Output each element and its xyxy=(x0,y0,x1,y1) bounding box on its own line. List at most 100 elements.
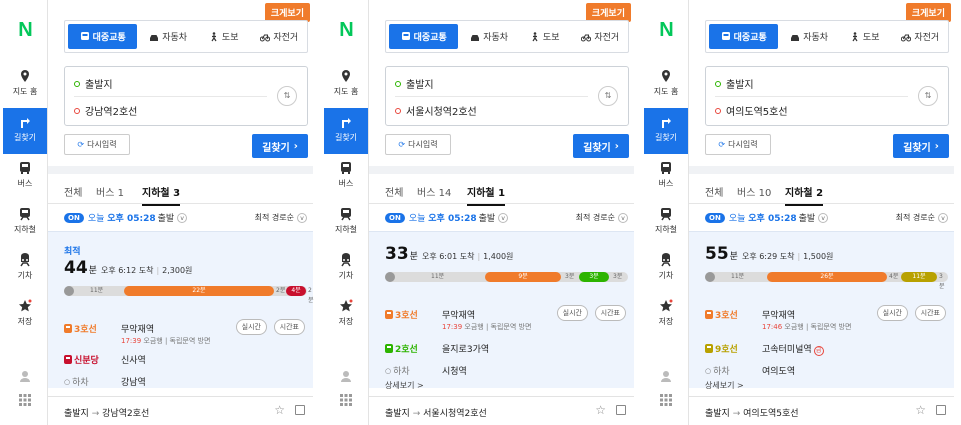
rail-directions[interactable]: 길찾기 xyxy=(3,108,47,154)
timetable-button[interactable]: 시간표 xyxy=(914,305,946,321)
on-toggle[interactable]: ON xyxy=(385,212,405,223)
line-3-label: 3호선 xyxy=(64,322,97,335)
mode-bike[interactable]: 자전거 xyxy=(892,21,948,52)
swap-icon[interactable]: ⇅ xyxy=(918,86,938,106)
mode-car[interactable]: 자동차 xyxy=(781,21,837,52)
detail-link[interactable]: 상세보기 > xyxy=(705,380,744,391)
alight-label: ○ 하차 xyxy=(385,366,410,378)
favorite-star-icon[interactable]: ☆ xyxy=(274,403,285,417)
tab-subway[interactable]: 지하철 1 xyxy=(467,184,506,206)
route-card[interactable]: 55 분 오후 6:29 도착 | 1,500원 11분 26분 4분 11분 3분 … xyxy=(689,231,954,391)
mode-walk[interactable]: 도보 xyxy=(196,21,252,52)
bus-icon xyxy=(721,31,730,40)
rail-bus[interactable]: 버스 xyxy=(324,154,368,200)
rail-directions[interactable]: 길찾기 xyxy=(324,108,368,154)
bicycle-icon xyxy=(901,34,912,41)
naver-logo[interactable]: N xyxy=(3,19,48,42)
favorite-star-icon[interactable]: ☆ xyxy=(915,403,926,417)
tab-all[interactable]: 전체 xyxy=(64,184,82,199)
swap-icon[interactable]: ⇅ xyxy=(598,86,618,106)
mode-transit[interactable]: 대중교통 xyxy=(709,24,779,49)
naver-logo[interactable]: N xyxy=(644,19,689,42)
rail-map-home[interactable]: 지도 홈 xyxy=(644,62,688,108)
tab-subway[interactable]: 지하철 2 xyxy=(785,184,824,206)
rail-map-home[interactable]: 지도 홈 xyxy=(324,62,368,108)
rail-bus[interactable]: 버스 xyxy=(644,154,688,200)
tab-subway[interactable]: 지하철 3 xyxy=(142,184,181,206)
chevron-down-icon[interactable]: v xyxy=(177,212,188,223)
chevron-down-icon[interactable]: v xyxy=(818,212,829,223)
destination-field[interactable]: 서울시청역2호선 xyxy=(395,103,477,118)
rail-subway[interactable]: 지하철 xyxy=(644,200,688,246)
swap-icon[interactable]: ⇅ xyxy=(277,86,297,106)
tab-all[interactable]: 전체 xyxy=(385,184,403,199)
user-icon[interactable] xyxy=(3,370,47,385)
reset-button[interactable]: ⟳ 다시입력 xyxy=(705,134,771,155)
sort-select[interactable]: 최적 경로순 v xyxy=(576,212,628,223)
realtime-button[interactable]: 실시간 xyxy=(876,305,908,321)
timetable-button[interactable]: 시간표 xyxy=(273,319,305,335)
realtime-button[interactable]: 실시간 xyxy=(235,319,267,335)
line3-segment: 22분 xyxy=(124,286,274,296)
tab-bus[interactable]: 버스 14 xyxy=(417,184,451,199)
sort-select[interactable]: 최적 경로순 v xyxy=(896,212,948,223)
departure-time[interactable]: 오늘 오후 05:28 xyxy=(729,211,797,224)
user-icon[interactable] xyxy=(324,370,368,385)
detail-link[interactable]: 상세보기 > xyxy=(385,380,424,391)
tab-all[interactable]: 전체 xyxy=(705,184,723,199)
rail-subway[interactable]: 지하철 xyxy=(324,200,368,246)
rail-bus[interactable]: 버스 xyxy=(3,154,47,200)
rail-saved[interactable]: 저장 xyxy=(644,292,688,338)
mode-car[interactable]: 자동차 xyxy=(461,21,517,52)
time-summary: 33 분 오후 6:01 도착 | 1,400원 xyxy=(385,244,513,264)
reset-button[interactable]: ⟳ 다시입력 xyxy=(385,134,451,155)
mode-walk[interactable]: 도보 xyxy=(517,21,573,52)
grid-menu-icon[interactable] xyxy=(324,394,368,409)
departure-time[interactable]: 오늘 오후 05:28 xyxy=(88,211,156,224)
grid-menu-icon[interactable] xyxy=(644,394,688,409)
search-route-button[interactable]: 길찾기 › xyxy=(573,134,629,158)
share-icon[interactable] xyxy=(936,405,946,415)
rail-directions[interactable]: 길찾기 xyxy=(644,108,688,154)
mode-bike[interactable]: 자전거 xyxy=(251,21,307,52)
user-icon[interactable] xyxy=(644,370,688,385)
rail-saved[interactable]: 저장 xyxy=(324,292,368,338)
route-card[interactable]: 33 분 오후 6:01 도착 | 1,400원 11분 9분 3분 3분 3분 3호… xyxy=(369,231,634,391)
share-icon[interactable] xyxy=(616,405,626,415)
favorite-star-icon[interactable]: ☆ xyxy=(595,403,606,417)
destination-field[interactable]: 강남역2호선 xyxy=(74,103,137,118)
on-toggle[interactable]: ON xyxy=(705,212,725,223)
realtime-button[interactable]: 실시간 xyxy=(556,305,588,321)
timetable-button[interactable]: 시간표 xyxy=(594,305,626,321)
origin-field[interactable]: 출발지 xyxy=(395,76,434,91)
rail-subway[interactable]: 지하철 xyxy=(3,200,47,246)
mode-label: 도보 xyxy=(542,33,560,43)
rail-saved[interactable]: 저장 xyxy=(3,292,47,338)
naver-logo[interactable]: N xyxy=(324,19,369,42)
mode-bike[interactable]: 자전거 xyxy=(572,21,628,52)
tab-bus[interactable]: 버스 10 xyxy=(737,184,771,199)
search-route-button[interactable]: 길찾기 › xyxy=(893,134,949,158)
tab-bus[interactable]: 버스 1 xyxy=(96,184,124,199)
mode-car[interactable]: 자동차 xyxy=(140,21,196,52)
share-icon[interactable] xyxy=(295,405,305,415)
mode-transit[interactable]: 대중교통 xyxy=(68,24,138,49)
chevron-down-icon[interactable]: v xyxy=(498,212,509,223)
rail-map-home[interactable]: 지도 홈 xyxy=(3,62,47,108)
origin-field[interactable]: 출발지 xyxy=(74,76,113,91)
departure-time[interactable]: 오늘 오후 05:28 xyxy=(409,211,477,224)
origin-field[interactable]: 출발지 xyxy=(715,76,754,91)
rail-train[interactable]: 기차 xyxy=(324,246,368,292)
destination-field[interactable]: 여의도역5호선 xyxy=(715,103,788,118)
mode-walk[interactable]: 도보 xyxy=(837,21,893,52)
mode-transit[interactable]: 대중교통 xyxy=(389,24,459,49)
search-route-button[interactable]: 길찾기 › xyxy=(252,134,308,158)
reset-button[interactable]: ⟳ 다시입력 xyxy=(64,134,130,155)
rail-train[interactable]: 기차 xyxy=(3,246,47,292)
route-card[interactable]: 최적 44 분 오후 6:12 도착 | 2,300원 11분 22분 2분 4분 2… xyxy=(48,231,314,388)
rail-train[interactable]: 기차 xyxy=(644,246,688,292)
on-toggle[interactable]: ON xyxy=(64,212,84,223)
grid-menu-icon[interactable] xyxy=(3,394,47,409)
sort-select[interactable]: 최적 경로순 v xyxy=(255,212,307,223)
departure-value: 오후 05:28 xyxy=(428,214,477,224)
